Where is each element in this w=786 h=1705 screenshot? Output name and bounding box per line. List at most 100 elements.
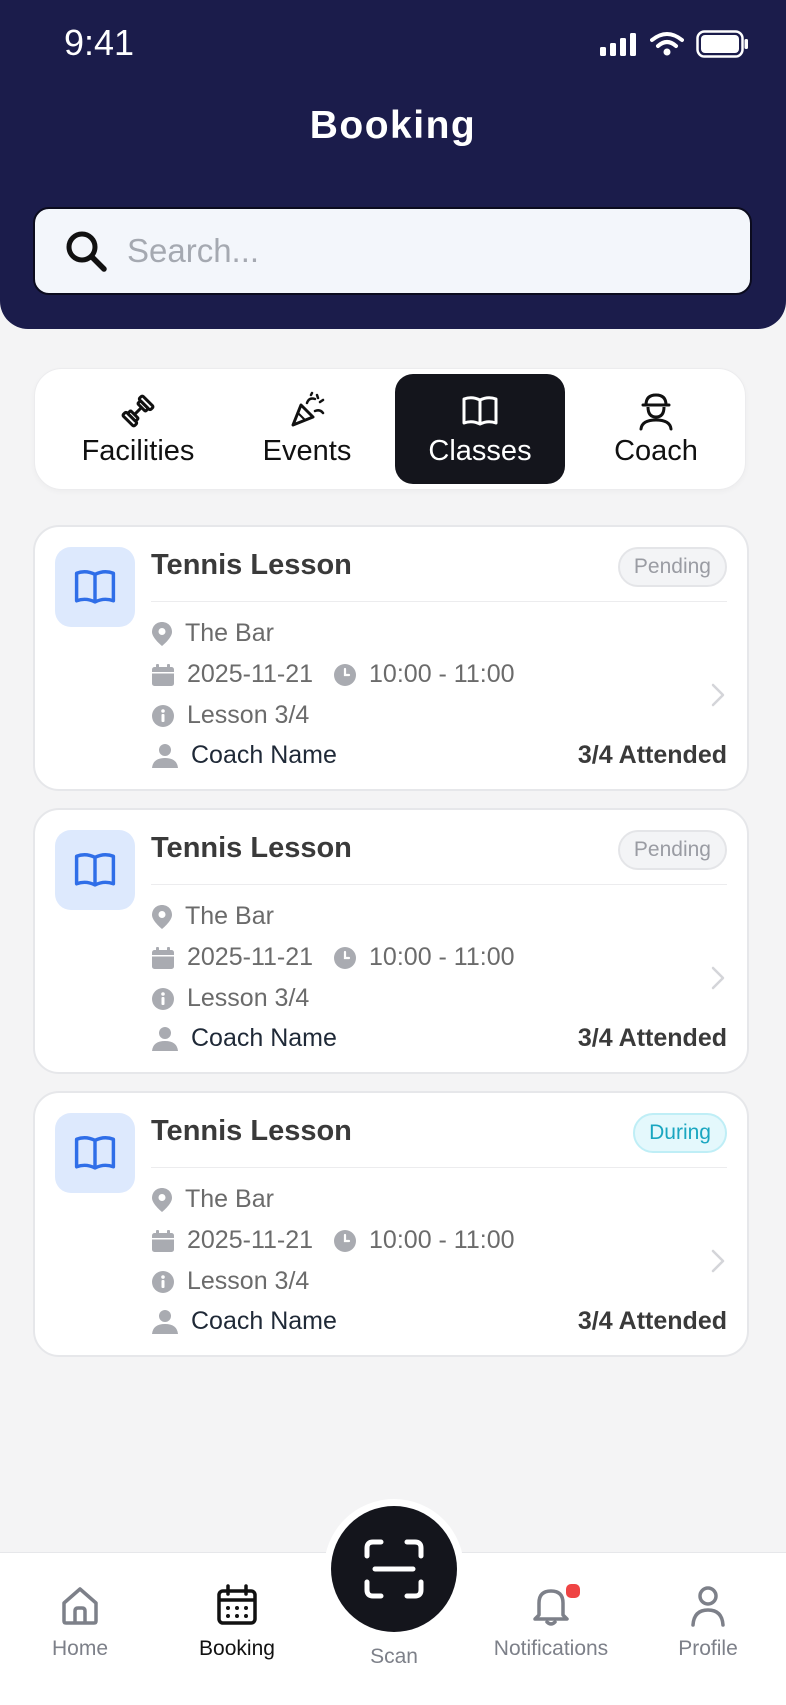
booking-title: Tennis Lesson xyxy=(151,832,352,864)
tab-facilities[interactable]: Facilities xyxy=(53,374,223,484)
category-tabs: Facilities Events Classes Coach xyxy=(34,368,746,490)
scan-button[interactable] xyxy=(324,1499,464,1639)
book-icon xyxy=(74,1136,116,1170)
tab-label: Facilities xyxy=(81,434,195,467)
date-text: 2025-11-21 xyxy=(187,660,314,688)
search-bar[interactable] xyxy=(33,207,752,295)
date-text: 2025-11-21 xyxy=(187,943,314,971)
nav-label: Profile xyxy=(678,1637,738,1660)
chevron-right-icon xyxy=(711,1249,725,1273)
info-icon xyxy=(152,1270,174,1293)
calendar-icon xyxy=(152,1229,174,1252)
info-icon xyxy=(152,704,174,727)
clock-icon xyxy=(334,663,357,686)
header: 9:41 Booking xyxy=(0,0,786,329)
nav-home[interactable]: Home xyxy=(10,1583,150,1661)
chevron-right-icon xyxy=(711,683,725,707)
time-text: 10:00 - 11:00 xyxy=(369,943,515,971)
search-input[interactable] xyxy=(125,231,729,271)
location-pin-icon xyxy=(152,904,172,929)
search-icon xyxy=(66,231,107,272)
class-icon-tile xyxy=(55,830,135,910)
coach-name: Coach Name xyxy=(191,1307,337,1335)
nav-profile[interactable]: Profile xyxy=(638,1583,778,1661)
info-icon xyxy=(152,987,174,1010)
chevron-right-icon xyxy=(711,966,725,990)
coach-row: Coach Name xyxy=(151,1024,337,1053)
location-text: The Bar xyxy=(185,1185,274,1213)
lesson-text: Lesson 3/4 xyxy=(187,1267,310,1295)
booking-title: Tennis Lesson xyxy=(151,549,352,581)
class-icon-tile xyxy=(55,1113,135,1193)
location-row: The Bar xyxy=(151,902,274,931)
lesson-row: Lesson 3/4 xyxy=(151,984,309,1013)
nav-booking[interactable]: Booking xyxy=(167,1583,307,1661)
status-time: 9:41 xyxy=(64,22,135,63)
tab-classes[interactable]: Classes xyxy=(395,374,565,484)
attendance-count: 3/4 Attended xyxy=(577,1024,727,1052)
attendance-count: 3/4 Attended xyxy=(577,1307,727,1335)
time-text: 10:00 - 11:00 xyxy=(369,1226,515,1254)
coach-name: Coach Name xyxy=(191,1024,337,1052)
location-pin-icon xyxy=(152,1187,172,1212)
booking-card[interactable]: Tennis Lesson Pending The Bar 2025-11-21… xyxy=(33,525,749,791)
signal-icon xyxy=(600,33,636,56)
booking-card[interactable]: Tennis Lesson During The Bar 2025-11-21 … xyxy=(33,1091,749,1357)
calendar-icon xyxy=(152,663,174,686)
tab-label: Classes xyxy=(428,434,532,467)
scan-label: Scan xyxy=(370,1645,418,1668)
divider xyxy=(151,1167,727,1168)
booking-card[interactable]: Tennis Lesson Pending The Bar 2025-11-21… xyxy=(33,808,749,1074)
attendance-count: 3/4 Attended xyxy=(577,741,727,769)
tab-coach[interactable]: Coach xyxy=(571,374,741,484)
date-text: 2025-11-21 xyxy=(187,1226,314,1254)
party-popper-icon xyxy=(291,391,325,426)
home-icon xyxy=(62,1587,98,1625)
dumbbell-icon xyxy=(121,394,155,427)
calendar-icon xyxy=(217,1584,257,1625)
book-icon xyxy=(74,853,116,887)
tab-events[interactable]: Events xyxy=(222,374,392,484)
person-icon xyxy=(152,1026,178,1051)
status-badge: During xyxy=(633,1113,727,1153)
date-time-row: 2025-11-21 10:00 - 11:00 xyxy=(151,660,515,689)
book-icon xyxy=(74,570,116,604)
nav-label: Home xyxy=(51,1637,109,1660)
nav-label: Booking xyxy=(199,1637,275,1660)
scan-button-inner xyxy=(331,1506,457,1632)
status-bar: 9:41 xyxy=(0,0,786,90)
coach-row: Coach Name xyxy=(151,1307,337,1336)
location-row: The Bar xyxy=(151,1185,274,1214)
lesson-row: Lesson 3/4 xyxy=(151,701,309,730)
coach-name: Coach Name xyxy=(191,741,337,769)
date-time-row: 2025-11-21 10:00 - 11:00 xyxy=(151,943,515,972)
battery-icon xyxy=(696,30,748,58)
status-icons xyxy=(600,30,750,58)
location-text: The Bar xyxy=(185,902,274,930)
clock-icon xyxy=(334,946,357,969)
time-text: 10:00 - 11:00 xyxy=(369,660,515,688)
clock-icon xyxy=(334,1229,357,1252)
nav-notifications[interactable]: Notifications xyxy=(481,1583,621,1661)
divider xyxy=(151,601,727,602)
lesson-text: Lesson 3/4 xyxy=(187,701,310,729)
lesson-text: Lesson 3/4 xyxy=(187,984,310,1012)
status-badge: Pending xyxy=(617,830,727,870)
wifi-icon xyxy=(650,32,684,56)
tab-label: Coach xyxy=(614,434,698,467)
scan-icon xyxy=(364,1539,424,1599)
person-icon xyxy=(152,1309,178,1334)
coach-icon xyxy=(639,393,673,430)
class-icon-tile xyxy=(55,547,135,627)
lesson-row: Lesson 3/4 xyxy=(151,1267,309,1296)
notification-dot xyxy=(564,1582,582,1600)
book-icon xyxy=(462,395,498,425)
coach-row: Coach Name xyxy=(151,741,337,770)
profile-icon xyxy=(691,1586,725,1627)
booking-title: Tennis Lesson xyxy=(151,1115,352,1147)
person-icon xyxy=(152,743,178,768)
divider xyxy=(151,884,727,885)
location-pin-icon xyxy=(152,621,172,646)
tab-label: Events xyxy=(262,434,352,467)
calendar-icon xyxy=(152,946,174,969)
